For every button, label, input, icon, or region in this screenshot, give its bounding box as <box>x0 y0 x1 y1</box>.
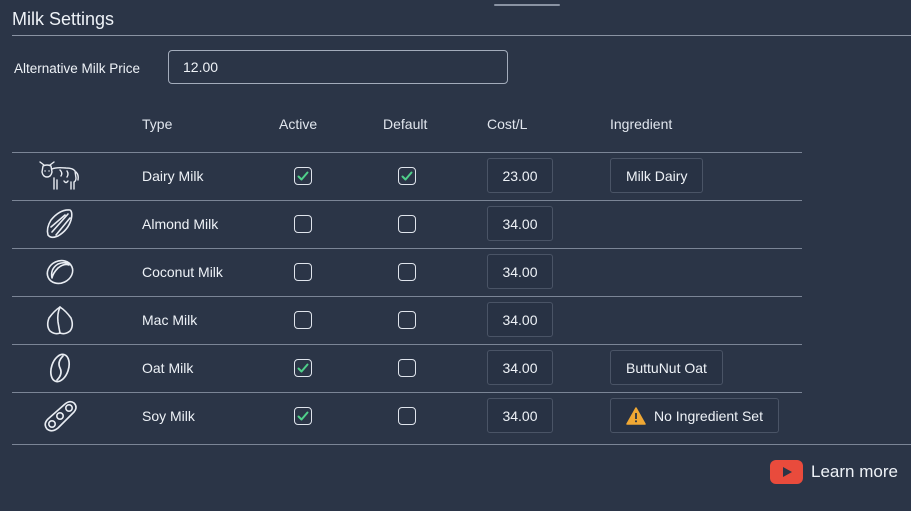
title-divider <box>12 35 911 36</box>
almond-icon <box>38 206 82 242</box>
column-header-type: Type <box>142 116 173 132</box>
milk-settings-page: Milk Settings Alternative Milk Price Typ… <box>0 0 911 511</box>
default-checkbox[interactable] <box>398 167 416 185</box>
learn-more-link[interactable]: Learn more <box>770 460 898 484</box>
milk-row-dairy: Dairy Milk Milk Dairy <box>0 152 911 200</box>
warning-icon <box>626 406 646 425</box>
check-icon <box>297 411 309 421</box>
active-checkbox[interactable] <box>294 167 312 185</box>
check-icon <box>401 171 413 181</box>
check-icon <box>297 363 309 373</box>
soy-icon <box>38 398 82 434</box>
macadamia-icon <box>38 302 82 338</box>
oat-icon <box>38 350 82 386</box>
alternative-milk-price-input[interactable] <box>168 50 508 84</box>
milk-type-name: Coconut Milk <box>142 264 223 280</box>
milk-type-name: Almond Milk <box>142 216 219 232</box>
ingredient-button[interactable]: ButtuNut Oat <box>610 350 723 385</box>
ingredient-label: Milk Dairy <box>626 167 688 184</box>
youtube-play-icon <box>770 460 803 484</box>
default-checkbox[interactable] <box>398 359 416 377</box>
cost-input[interactable] <box>487 158 553 193</box>
ingredient-button[interactable]: No Ingredient Set <box>610 398 779 433</box>
column-header-default: Default <box>383 116 428 132</box>
milk-row-oat: Oat Milk ButtuNut Oat <box>0 344 911 392</box>
milk-type-name: Oat Milk <box>142 360 194 376</box>
check-icon <box>297 171 309 181</box>
cost-input[interactable] <box>487 206 553 241</box>
milk-type-name: Mac Milk <box>142 312 198 328</box>
milk-row-coconut: Coconut Milk <box>0 248 911 296</box>
milk-row-soy: Soy Milk No Ingredient Set <box>0 392 911 440</box>
drag-handle[interactable] <box>494 4 560 6</box>
default-checkbox[interactable] <box>398 311 416 329</box>
active-checkbox[interactable] <box>294 263 312 281</box>
cost-input[interactable] <box>487 302 553 337</box>
learn-more-label: Learn more <box>811 462 898 481</box>
column-header-cost: Cost/L <box>487 116 528 132</box>
cost-input[interactable] <box>487 398 553 433</box>
milk-row-almond: Almond Milk <box>0 200 911 248</box>
cost-input[interactable] <box>487 350 553 385</box>
row-divider <box>12 444 911 445</box>
cow-icon <box>38 158 82 194</box>
alternative-milk-price-label: Alternative Milk Price <box>14 61 141 76</box>
default-checkbox[interactable] <box>398 263 416 281</box>
column-header-active: Active <box>279 116 318 132</box>
coconut-icon <box>38 254 82 290</box>
section-title: Milk Settings <box>12 9 115 29</box>
active-checkbox[interactable] <box>294 407 312 425</box>
default-checkbox[interactable] <box>398 407 416 425</box>
default-checkbox[interactable] <box>398 215 416 233</box>
milk-type-name: Dairy Milk <box>142 168 204 184</box>
active-checkbox[interactable] <box>294 311 312 329</box>
ingredient-label: ButtuNut Oat <box>626 359 707 376</box>
ingredient-label: No Ingredient Set <box>654 407 763 424</box>
column-header-ingredient: Ingredient <box>610 116 673 132</box>
active-checkbox[interactable] <box>294 359 312 377</box>
ingredient-button[interactable]: Milk Dairy <box>610 158 704 193</box>
cost-input[interactable] <box>487 254 553 289</box>
milk-row-macadamia: Mac Milk <box>0 296 911 344</box>
milk-type-name: Soy Milk <box>142 408 195 424</box>
active-checkbox[interactable] <box>294 215 312 233</box>
